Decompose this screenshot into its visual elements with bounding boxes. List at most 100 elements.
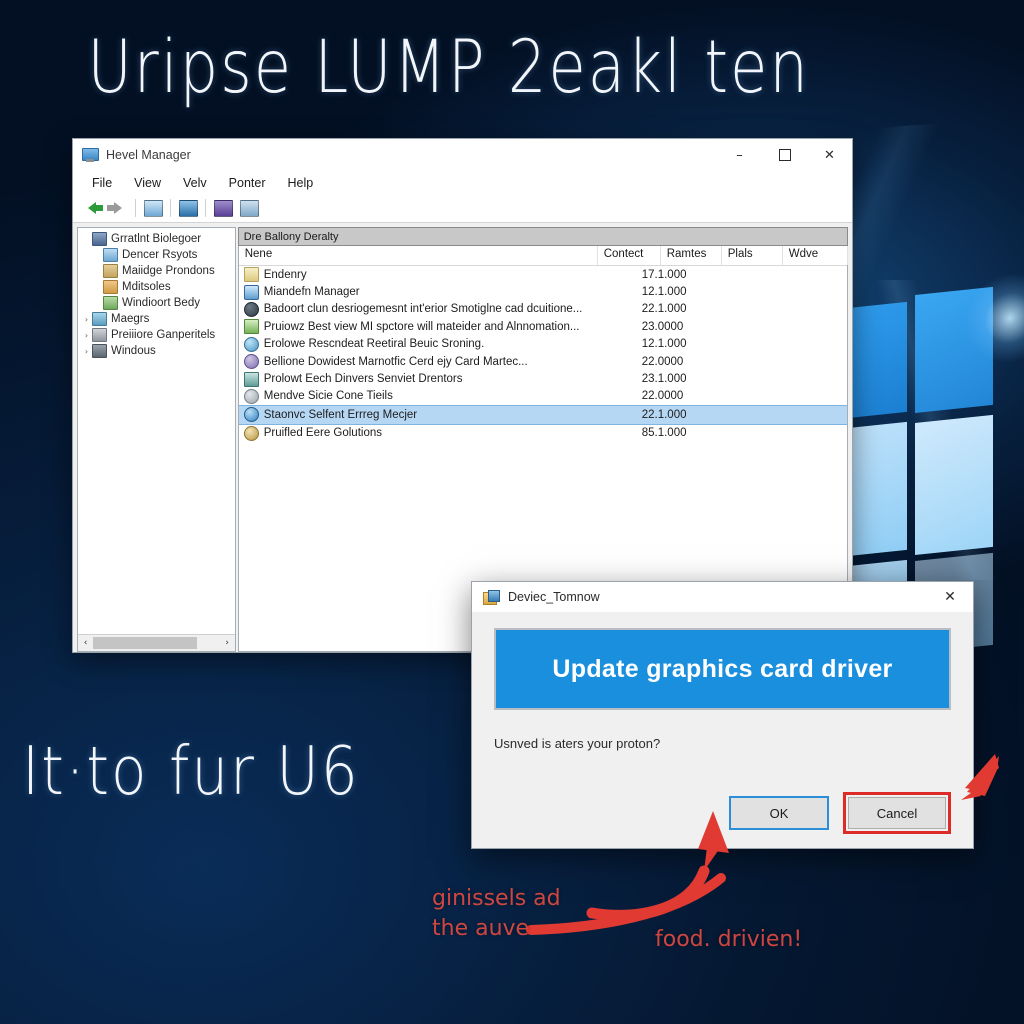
maximize-button[interactable]: [762, 139, 807, 171]
tree-node-label: Grratlnt Biolegoer: [111, 233, 202, 245]
table-row[interactable]: Erolowe Rescndeat Reetiral Beuic Sroning…: [239, 336, 847, 353]
tree-twisty-icon[interactable]: [92, 250, 103, 261]
tree-node-label: Preiiiore Ganperitels: [111, 329, 216, 341]
table-row[interactable]: Miandefn Manager 12.1.000: [239, 283, 847, 300]
table-row[interactable]: Bellione Dowidest Marnotfic Cerd ejy Car…: [239, 353, 847, 370]
tree-twisty-icon[interactable]: [92, 282, 103, 293]
tree-node[interactable]: › Preiiiore Ganperitels: [78, 327, 235, 343]
tree-node-label: Windous: [111, 345, 156, 357]
row-name-cell: Badoort clun desriogemesnt int'erior Smo…: [263, 303, 583, 316]
tree-node[interactable]: › Maegrs: [78, 311, 235, 327]
row-name-cell: Staonvc Selfent Errreg Mecjer: [263, 408, 418, 421]
menu-velv[interactable]: Velv: [172, 174, 218, 192]
root-computer-icon: [92, 232, 107, 246]
back-arrow-icon[interactable]: [79, 197, 105, 219]
menu-view[interactable]: View: [123, 174, 172, 192]
row-value-cell: 22.1.000: [641, 303, 687, 316]
table-row[interactable]: Prolowt Eech Dinvers Senviet Drentors 23.…: [239, 370, 847, 387]
tree-twisty-icon[interactable]: [92, 298, 103, 309]
tree-node[interactable]: Grratlnt Biolegoer: [78, 231, 235, 247]
window-titlebar[interactable]: Hevel Manager – ✕: [73, 139, 852, 172]
forward-arrow-icon[interactable]: [105, 197, 131, 219]
dialog-banner: Update graphics card driver: [494, 628, 951, 710]
table-row[interactable]: Pruiowz Best view MI spctore will mateid…: [239, 318, 847, 335]
tree-twisty-icon[interactable]: [81, 234, 92, 245]
row-name-cell: Miandefn Manager: [263, 286, 360, 299]
scroll-left-icon[interactable]: ‹: [78, 636, 93, 650]
dialog-titlebar[interactable]: Deviec_Tomnow ✕: [472, 582, 973, 612]
tree-twisty-icon[interactable]: [92, 266, 103, 277]
column-header-extra[interactable]: [848, 246, 860, 265]
column-header-name[interactable]: Nene: [239, 246, 598, 265]
device-tree-list[interactable]: Grratlnt Biolegoer Dencer Rsyots Maiidge P…: [78, 228, 235, 634]
minimize-button[interactable]: –: [717, 139, 762, 171]
row-name-cell: Pruiowz Best view MI spctore will mateid…: [263, 320, 580, 333]
tree-twisty-icon[interactable]: ›: [81, 330, 92, 341]
dialog-message: Usnved is aters your proton?: [494, 736, 661, 751]
tree-twisty-icon[interactable]: ›: [81, 314, 92, 325]
folder-cyan-icon: [92, 312, 107, 326]
close-button[interactable]: ✕: [807, 139, 852, 171]
scan-hardware-icon[interactable]: [236, 197, 262, 219]
tree-node-label: Mditsoles: [122, 281, 171, 293]
properties-icon[interactable]: [175, 197, 201, 219]
column-header-wdve[interactable]: Wdve: [783, 246, 848, 265]
cancel-button[interactable]: Cancel: [848, 797, 946, 829]
row-value-cell: 23.1.000: [641, 373, 687, 386]
column-header-plals[interactable]: Plals: [722, 246, 783, 265]
chart-green-icon: [243, 319, 259, 335]
tree-node-label: Maegrs: [111, 313, 150, 325]
row-value-cell: 23.0000: [641, 320, 684, 333]
ok-button[interactable]: OK: [729, 796, 829, 830]
table-row[interactable]: Endenry 17.1.000: [239, 266, 847, 283]
tree-node[interactable]: › Windous: [78, 343, 235, 359]
table-row[interactable]: Badoort clun desriogemesnt int'erior Smo…: [239, 301, 847, 318]
update-driver-icon[interactable]: [210, 197, 236, 219]
table-row[interactable]: Staonvc Selfent Errreg Mecjer 22.1.000: [238, 405, 847, 425]
computer-icon[interactable]: [140, 197, 166, 219]
tree-node[interactable]: Mditsoles: [78, 279, 235, 295]
tree-node[interactable]: Dencer Rsyots: [78, 247, 235, 263]
row-value-cell: 22.0000: [641, 390, 684, 403]
folder-dark-icon: [92, 344, 107, 358]
list-banner: Dre Ballony Deralty: [237, 227, 848, 246]
disc-purple-icon: [243, 354, 259, 370]
row-value-cell: 22.1.000: [641, 408, 687, 421]
row-name-cell: Pruifled Eere Golutions: [263, 427, 382, 440]
tree-node-label: Maiidge Prondons: [122, 265, 215, 277]
menu-file[interactable]: File: [81, 174, 123, 192]
tree-node[interactable]: Windioort Bedy: [78, 295, 235, 311]
row-value-cell: 85.1.000: [641, 427, 687, 440]
menu-ponter[interactable]: Ponter: [218, 174, 277, 192]
dialog-app-icon: [483, 589, 500, 605]
disc-cyan-icon: [243, 336, 259, 352]
menu-bar: File View Velv Ponter Help: [73, 172, 852, 194]
menu-help[interactable]: Help: [277, 174, 325, 192]
scroll-right-icon[interactable]: ›: [220, 636, 235, 650]
row-value-cell: 12.1.000: [641, 286, 687, 299]
tree-twisty-icon[interactable]: ›: [81, 346, 92, 357]
dialog-body: Update graphics card driver Usnved is at…: [472, 612, 973, 848]
tree-node[interactable]: Maiidge Prondons: [78, 263, 235, 279]
scroll-thumb[interactable]: [93, 637, 197, 649]
dialog-close-icon[interactable]: ✕: [927, 582, 973, 612]
table-row[interactable]: Pruifled Eere Golutions 85.1.000: [239, 425, 847, 442]
disc-teal-icon: [243, 371, 259, 387]
folder-green-icon: [103, 296, 118, 310]
column-header-contect[interactable]: Contect: [598, 246, 661, 265]
column-header-ramtes[interactable]: Ramtes: [661, 246, 722, 265]
toolbar-separator-2: [170, 199, 171, 217]
table-row[interactable]: Mendve Sicie Cone Tieils 22.0000: [239, 388, 847, 405]
toolbar: [73, 194, 852, 223]
row-name-cell: Erolowe Rescndeat Reetiral Beuic Sroning…: [263, 338, 485, 351]
tree-node-label: Windioort Bedy: [122, 297, 200, 309]
dialog-title: Deviec_Tomnow: [508, 590, 600, 604]
row-name-cell: Endenry: [263, 268, 307, 281]
disc-dark-icon: [243, 301, 259, 317]
row-name-cell: Prolowt Eech Dinvers Senviet Drentors: [263, 373, 463, 386]
monitor-icon: [243, 284, 259, 300]
row-value-cell: 17.1.000: [641, 268, 687, 281]
dialog-banner-text: Update graphics card driver: [552, 654, 893, 683]
scroll-track[interactable]: [93, 636, 220, 650]
tree-horizontal-scrollbar[interactable]: ‹ ›: [78, 634, 235, 651]
